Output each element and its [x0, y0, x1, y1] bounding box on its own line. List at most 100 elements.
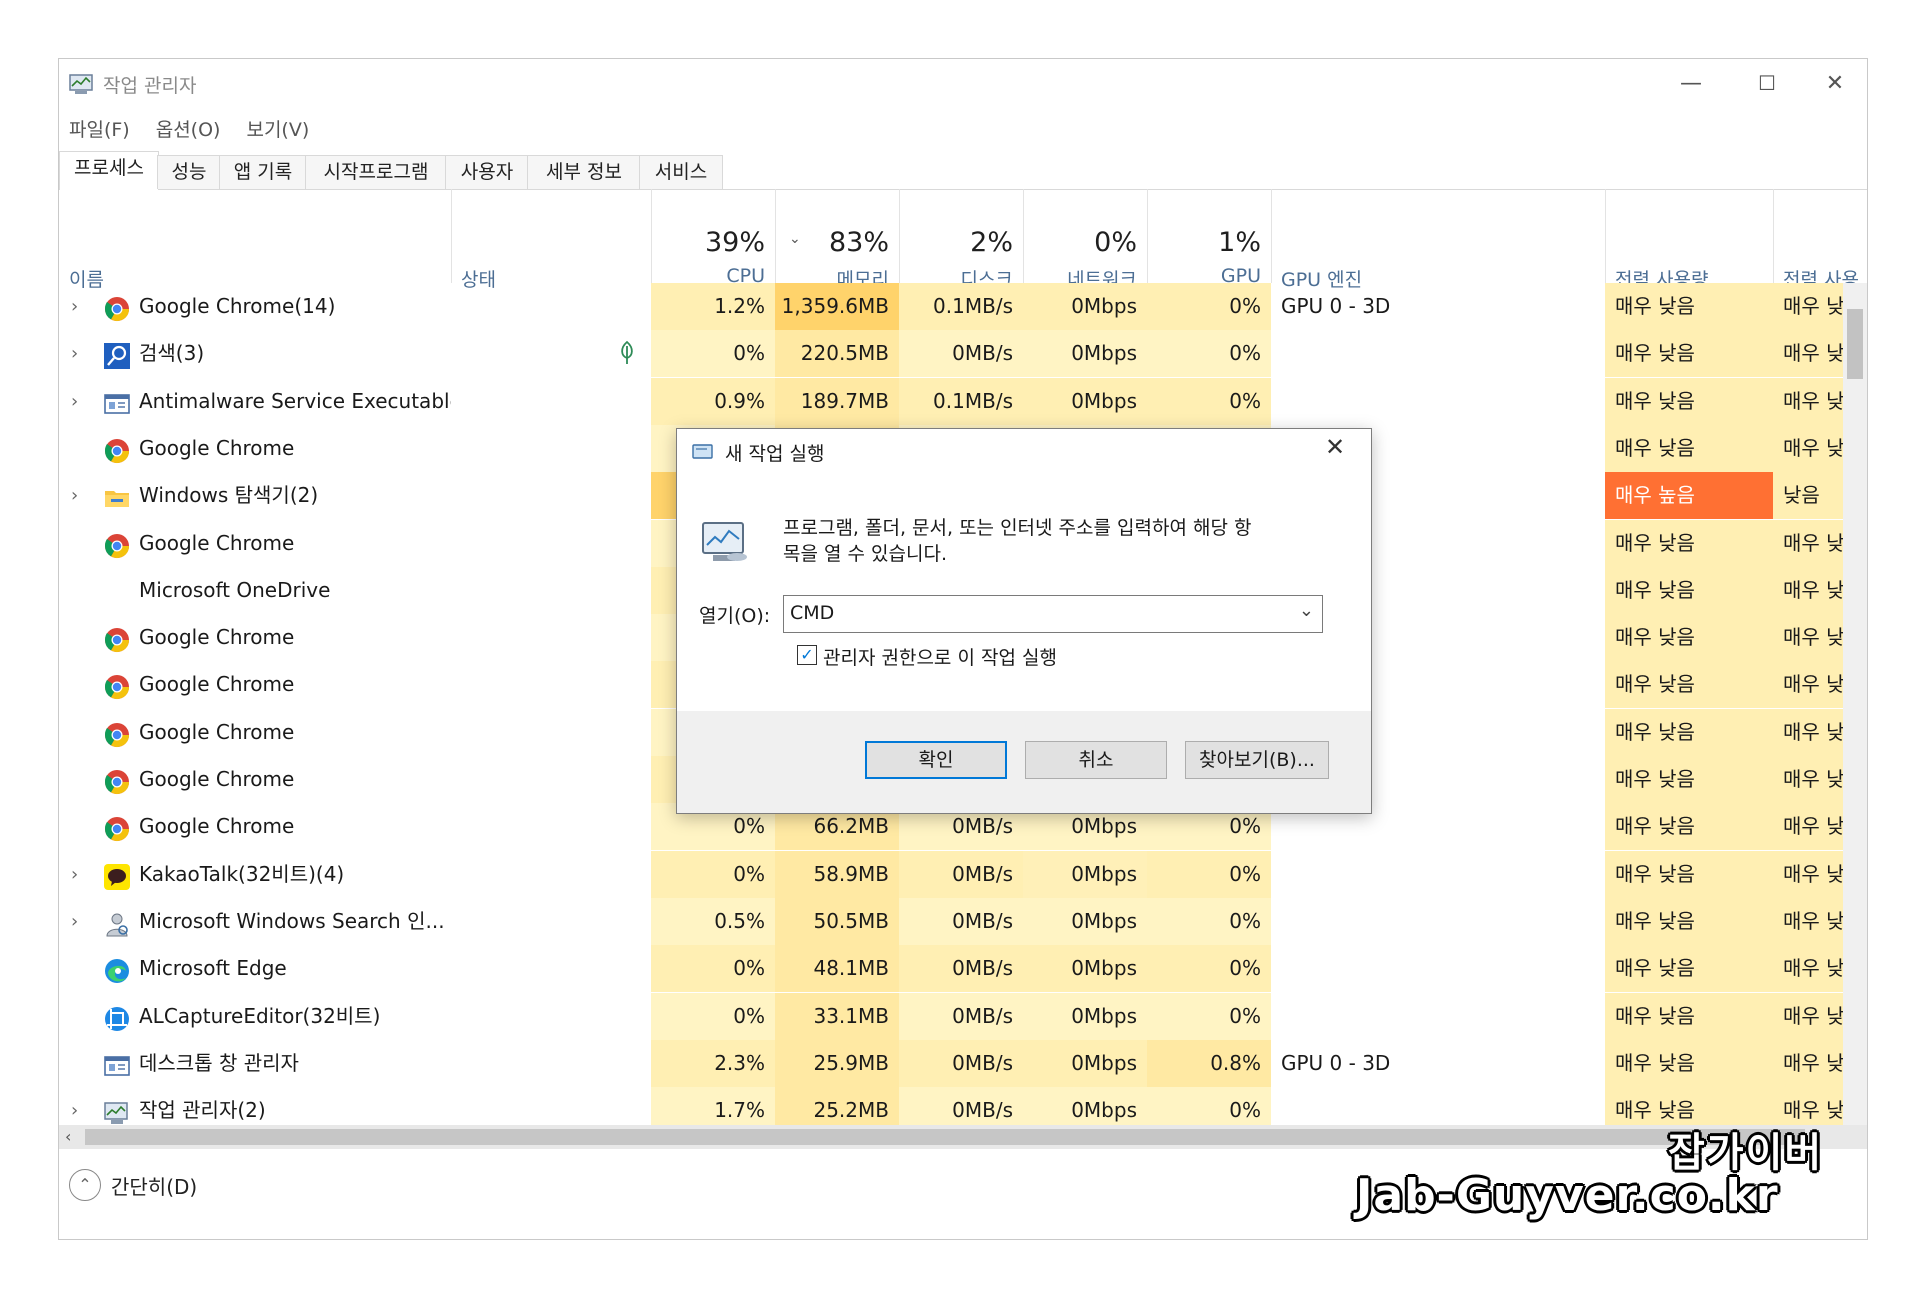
process-power-cell: 매우 낮음: [1605, 424, 1773, 472]
close-button[interactable]: ✕: [1799, 59, 1867, 107]
process-power-trend-cell: 매우 낮음: [1773, 803, 1843, 851]
scroll-left-arrow-icon[interactable]: ‹: [65, 1125, 71, 1149]
horizontal-scroll-thumb[interactable]: [85, 1129, 1805, 1145]
tab-details[interactable]: 세부 정보: [527, 155, 641, 189]
column-header-memory[interactable]: ⌄ 83% 메모리: [775, 189, 900, 291]
tab-startup[interactable]: 시작프로그램: [305, 155, 447, 189]
tab-app-history[interactable]: 앱 기록: [219, 155, 307, 189]
fewer-details-link[interactable]: 간단히(D): [111, 1171, 197, 1200]
ok-button[interactable]: 확인: [865, 741, 1007, 779]
expand-chevron-icon[interactable]: ›: [71, 283, 91, 330]
horizontal-scrollbar[interactable]: ‹: [59, 1125, 1867, 1149]
process-name-cell: › KakaoTalk(32비트)(4): [59, 851, 451, 898]
tab-services[interactable]: 서비스: [639, 155, 723, 189]
process-power-trend-cell: 매우 낮음: [1773, 850, 1843, 898]
process-name: ALCaptureEditor(32비트): [139, 1003, 381, 1028]
process-row[interactable]: 데스크톱 창 관리자 2.3% 25.9MB 0MB/s 0Mbps 0.8% GPU 0 …: [59, 1039, 1867, 1087]
process-mem-cell: 58.9MB: [775, 850, 899, 898]
expand-chevron-icon[interactable]: ›: [71, 851, 91, 898]
process-row[interactable]: › Antimalware Service Executable 0.9% 189.7…: [59, 377, 1867, 425]
expand-chevron-icon[interactable]: ›: [71, 378, 91, 425]
process-name: Google Chrome: [139, 530, 295, 555]
vertical-scroll-thumb[interactable]: [1847, 309, 1863, 379]
service-icon: [103, 388, 131, 416]
process-row[interactable]: Microsoft Edge 0% 48.1MB 0MB/s 0Mbps 0% 매우 낮음 매…: [59, 945, 1867, 993]
tab-bar: 프로세스 성능 앱 기록 시작프로그램 사용자 세부 정보 서비스: [59, 151, 1867, 190]
process-gpu-engine-cell: [1271, 945, 1605, 992]
column-header-name[interactable]: 이름: [59, 189, 452, 291]
minimize-button[interactable]: —: [1655, 59, 1727, 107]
process-mem-cell: 25.9MB: [775, 1039, 899, 1087]
process-power-trend-cell: 매우 낮음: [1773, 897, 1843, 945]
process-row[interactable]: › Google Chrome(14) 1.2% 1,359.6MB 0.1MB/s 0M…: [59, 283, 1867, 330]
process-row[interactable]: › Microsoft Windows Search 인... 0.5% 50.5MB…: [59, 897, 1867, 945]
browse-button[interactable]: 찾아보기(B)...: [1185, 741, 1329, 779]
process-mem-cell: 220.5MB: [775, 330, 899, 378]
process-net-cell: 0Mbps: [1023, 377, 1147, 425]
process-power-trend-cell: 매우 낮음: [1773, 661, 1843, 709]
open-input[interactable]: CMD: [790, 602, 834, 624]
expand-chevron-icon[interactable]: ›: [71, 330, 91, 377]
process-power-trend-cell: 매우 낮음: [1773, 614, 1843, 662]
process-net-cell: 0Mbps: [1023, 850, 1147, 898]
process-disk-cell: 0.1MB/s: [899, 377, 1023, 425]
column-header-gpu[interactable]: 1% GPU: [1147, 189, 1272, 287]
maximize-button[interactable]: ☐: [1731, 59, 1803, 107]
chrome-icon: [103, 719, 131, 747]
title-bar[interactable]: 작업 관리자 — ☐ ✕: [59, 59, 1867, 107]
tab-performance[interactable]: 성능: [157, 155, 221, 189]
column-header-cpu[interactable]: 39% CPU: [651, 189, 776, 287]
user-search-icon: [103, 908, 131, 937]
collapse-chevron-icon[interactable]: ⌃: [69, 1169, 101, 1201]
process-name-cell: Google Chrome: [59, 709, 451, 756]
process-gpu-cell: 0%: [1147, 283, 1271, 330]
dropdown-chevron-icon[interactable]: ⌄: [1299, 600, 1314, 621]
process-power-trend-cell: 매우 낮음: [1773, 756, 1843, 803]
process-power-trend-cell: 매우 낮음: [1773, 945, 1843, 993]
expand-chevron-icon[interactable]: ›: [71, 472, 91, 519]
dialog-message-line2: 목을 열 수 있습니다.: [783, 543, 947, 565]
process-net-cell: 0Mbps: [1023, 945, 1147, 993]
column-header-status[interactable]: 상태: [451, 189, 652, 291]
menu-view[interactable]: 보기(V): [236, 111, 319, 143]
task-manager-icon: [69, 74, 93, 94]
expand-chevron-icon[interactable]: ›: [71, 898, 91, 945]
process-row[interactable]: ›검색(3)0%220.5MB0MB/s0Mbps0%매우 낮음매우 낮음: [59, 330, 1867, 378]
tab-users[interactable]: 사용자: [445, 155, 529, 189]
column-header-network[interactable]: 0% 네트워크: [1023, 189, 1148, 291]
process-name-cell: Microsoft Edge: [59, 945, 451, 992]
menu-options[interactable]: 옵션(O): [146, 111, 231, 143]
process-name: Google Chrome: [139, 767, 295, 791]
process-cpu-cell: 0.5%: [651, 897, 775, 945]
menu-file[interactable]: 파일(F): [59, 111, 140, 143]
tab-processes[interactable]: 프로세스: [59, 151, 159, 190]
process-disk-cell: 0MB/s: [899, 1039, 1023, 1087]
folder-icon: [103, 482, 131, 510]
process-cpu-cell: 0.9%: [651, 377, 775, 425]
open-combobox[interactable]: CMD ⌄: [783, 595, 1323, 633]
process-gpu-cell: 0%: [1147, 945, 1271, 993]
cancel-button[interactable]: 취소: [1025, 741, 1167, 779]
process-row[interactable]: ALCaptureEditor(32비트) 0% 33.1MB 0MB/s 0Mbps 0…: [59, 992, 1867, 1040]
admin-checkbox-label[interactable]: 관리자 권한으로 이 작업 실행: [823, 643, 1057, 670]
column-header-power-trend[interactable]: 전력 사용: [1773, 189, 1867, 291]
process-name-cell: › 검색(3): [59, 330, 451, 377]
process-power-cell: 매우 낮음: [1605, 283, 1773, 330]
vertical-scrollbar[interactable]: [1843, 283, 1867, 1125]
suspended-leaf-icon: [617, 340, 637, 366]
process-disk-cell: 0MB/s: [899, 850, 1023, 898]
chrome-icon: [103, 671, 131, 700]
gpu-total: 1%: [1218, 227, 1261, 258]
process-row[interactable]: › KakaoTalk(32비트)(4) 0% 58.9MB 0MB/s 0Mbps 0% 매…: [59, 850, 1867, 898]
process-power-cell: 매우 낮음: [1605, 330, 1773, 378]
admin-checkbox[interactable]: ✓: [797, 645, 817, 665]
column-header-disk[interactable]: 2% 디스크: [899, 189, 1024, 291]
process-power-cell: 매우 낮음: [1605, 566, 1773, 614]
column-header-power[interactable]: 전력 사용량: [1605, 189, 1774, 291]
network-total: 0%: [1094, 227, 1137, 258]
process-disk-cell: 0MB/s: [899, 897, 1023, 945]
dialog-close-button[interactable]: ✕: [1325, 433, 1345, 461]
column-header-gpu-engine[interactable]: GPU 엔진: [1271, 189, 1606, 291]
process-gpu-cell: 0%: [1147, 330, 1271, 378]
process-name: Microsoft OneDrive: [139, 577, 331, 602]
